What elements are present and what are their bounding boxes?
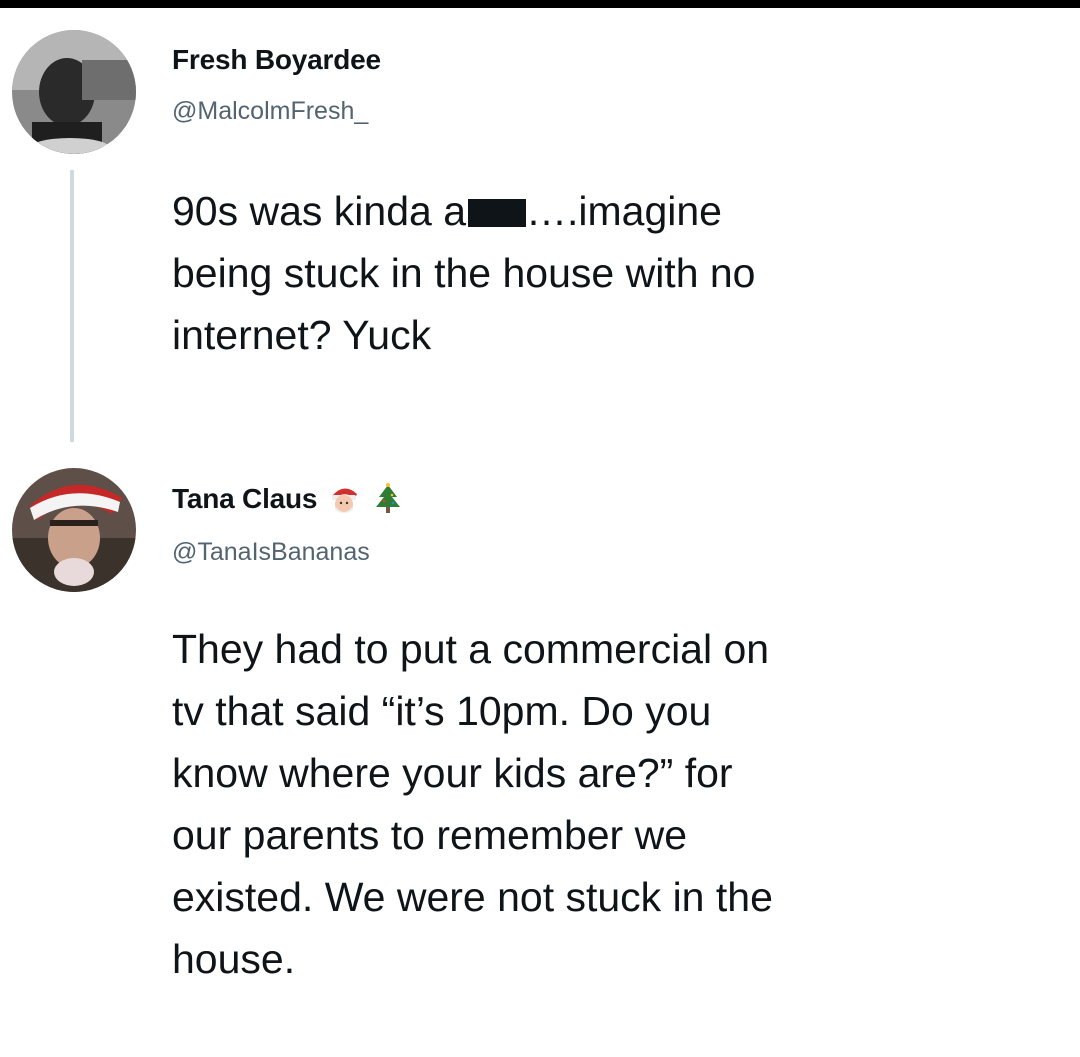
tweet-text-before: 90s was kinda a (172, 188, 467, 234)
avatar-photo-icon (12, 468, 136, 592)
christmas-tree-icon (371, 482, 405, 516)
redaction-block-icon (468, 199, 527, 227)
avatar-photo-icon (12, 30, 136, 154)
santa-face-icon (327, 482, 361, 516)
tweet-text: They had to put a commercial on tv that … (172, 626, 773, 982)
author-row: Tana Claus (172, 482, 405, 516)
tweet-reply: Tana Claus @TanaIsBananas They had to pu… (0, 450, 1080, 1057)
avatar[interactable] (12, 468, 136, 592)
user-handle[interactable]: @MalcolmFresh_ (172, 97, 368, 126)
display-name[interactable]: Tana Claus (172, 483, 318, 515)
avatar[interactable] (12, 30, 136, 154)
tweet-text: 90s was kinda a ….imagine being stuck in … (172, 180, 1067, 366)
user-handle[interactable]: @TanaIsBananas (172, 538, 370, 567)
display-name[interactable]: Fresh Boyardee (172, 44, 381, 76)
author-row: Fresh Boyardee (172, 44, 381, 76)
thread-connector-line (70, 170, 74, 442)
tweet-original: Fresh Boyardee @MalcolmFresh_ 90s was ki… (0, 0, 1080, 450)
